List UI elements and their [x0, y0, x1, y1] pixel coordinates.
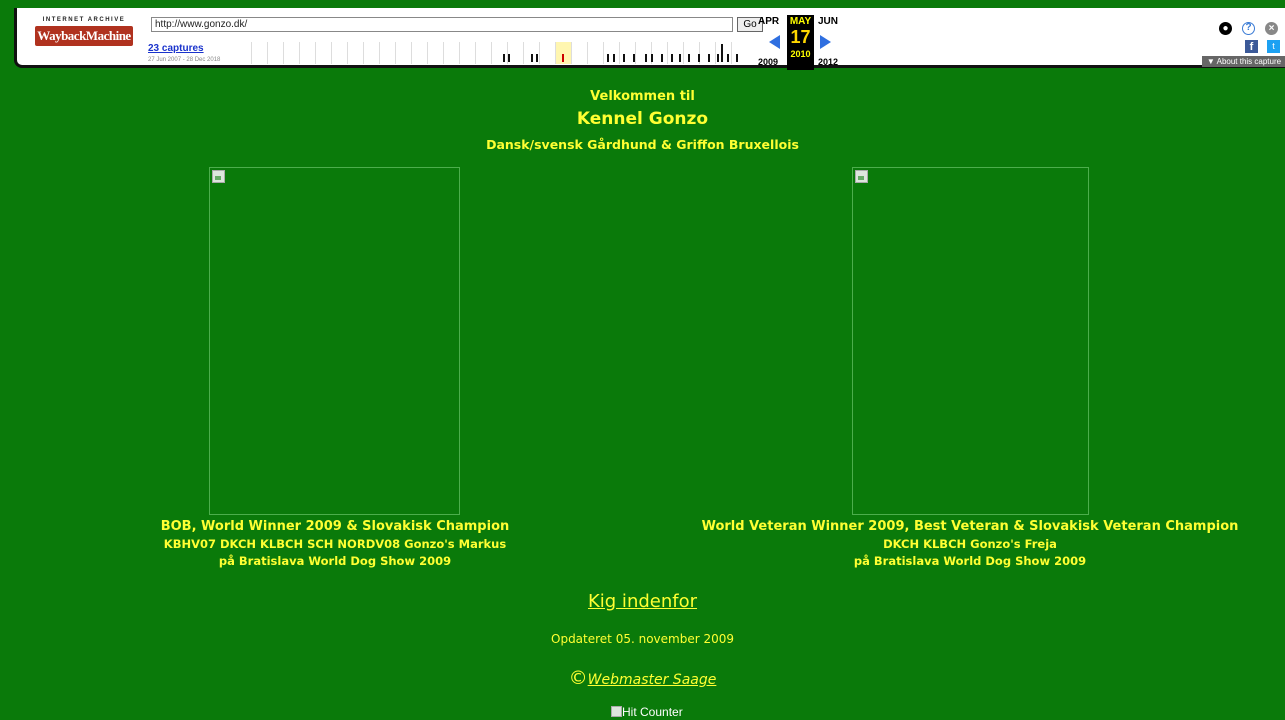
timeline-cell[interactable]	[331, 42, 347, 64]
timeline-cell[interactable]	[363, 42, 379, 64]
timeline-cell[interactable]	[299, 42, 315, 64]
timeline-cell[interactable]	[587, 42, 603, 64]
timeline-cell[interactable]	[411, 42, 427, 64]
capture-range: 27 Jun 2007 - 28 Dec 2018	[148, 57, 221, 63]
left-caption: BOB, World Winner 2009 & Slovakisk Champ…	[100, 518, 570, 570]
left-caption-line3: på Bratislava World Dog Show 2009	[218, 554, 452, 568]
dog-photo-right	[852, 167, 1089, 515]
timeline-capture-tick[interactable]	[721, 44, 723, 62]
logo-main-text: WaybackMachine	[35, 26, 133, 46]
timeline-cell[interactable]	[395, 42, 411, 64]
logo-top-text: INTERNET ARCHIVE	[42, 17, 126, 23]
facebook-icon[interactable]: f	[1245, 40, 1258, 53]
timeline-capture-tick[interactable]	[645, 54, 647, 62]
next-year-link[interactable]: 2012	[818, 57, 838, 67]
timeline-cell[interactable]	[427, 42, 443, 64]
timeline-capture-tick[interactable]	[727, 54, 729, 62]
timeline-cell[interactable]	[379, 42, 395, 64]
prev-capture-arrow-icon[interactable]	[769, 35, 780, 49]
broken-image-icon	[212, 170, 225, 183]
captures-link[interactable]: 23 captures	[148, 43, 204, 54]
timeline-capture-tick[interactable]	[651, 54, 653, 62]
timeline-cell[interactable]	[539, 42, 555, 64]
broken-image-icon	[611, 706, 622, 717]
prev-year-link[interactable]: 2009	[758, 57, 778, 67]
left-caption-line2: KBHV07 DKCH KLBCH SCH NORDV08 Gonzo's Ma…	[163, 537, 507, 551]
timeline-capture-tick[interactable]	[613, 54, 615, 62]
twitter-icon[interactable]: t	[1267, 40, 1280, 53]
webmaster-line: ©Webmaster Saage	[0, 667, 1285, 689]
timeline-capture-tick[interactable]	[623, 54, 625, 62]
right-caption-line2: DKCH KLBCH Gonzo's Freja	[883, 537, 1057, 551]
dog-photo-left	[209, 167, 460, 515]
timeline-capture-tick[interactable]	[698, 54, 700, 62]
timeline-capture-tick[interactable]	[503, 54, 505, 62]
timeline-cell[interactable]	[699, 42, 715, 64]
copyright-symbol: ©	[568, 667, 588, 689]
timeline-cell[interactable]	[683, 42, 699, 64]
timeline-cell[interactable]	[603, 42, 619, 64]
hit-counter[interactable]: Hit Counter	[611, 705, 683, 719]
wayback-toolbar: INTERNET ARCHIVE WaybackMachine http://w…	[14, 8, 1285, 70]
current-capture-box: MAY 17 2010	[787, 15, 814, 70]
timeline-cell[interactable]	[635, 42, 651, 64]
capture-timeline[interactable]	[251, 42, 751, 64]
webmaster-link[interactable]: Webmaster Saage	[588, 672, 717, 688]
welcome-text: Velkommen til	[590, 89, 695, 104]
prev-month-link[interactable]: APR	[758, 16, 779, 27]
current-month: MAY	[789, 16, 812, 27]
user-icon[interactable]: ●	[1219, 22, 1232, 35]
timeline-capture-tick[interactable]	[531, 54, 533, 62]
enter-link[interactable]: Kig indenfor	[0, 591, 1285, 612]
timeline-capture-tick[interactable]	[607, 54, 609, 62]
timeline-capture-tick[interactable]	[708, 54, 710, 62]
timeline-capture-tick[interactable]	[562, 54, 564, 62]
timeline-cell[interactable]	[315, 42, 331, 64]
timeline-cell[interactable]	[475, 42, 491, 64]
timeline-capture-tick[interactable]	[736, 54, 738, 62]
timeline-capture-tick[interactable]	[688, 54, 690, 62]
next-capture-arrow-icon[interactable]	[820, 35, 831, 49]
timeline-cell[interactable]	[267, 42, 283, 64]
kennel-title: Kennel Gonzo	[576, 109, 709, 129]
timeline-capture-tick[interactable]	[661, 54, 663, 62]
close-icon[interactable]: ×	[1265, 22, 1278, 35]
updated-text: Opdateret 05. november 2009	[551, 632, 734, 646]
left-caption-line1: BOB, World Winner 2009 & Slovakisk Champ…	[160, 519, 510, 534]
right-caption-line1: World Veteran Winner 2009, Best Veteran …	[701, 519, 1239, 534]
help-icon[interactable]: ?	[1242, 22, 1255, 35]
right-caption-line3: på Bratislava World Dog Show 2009	[853, 554, 1087, 568]
right-caption: World Veteran Winner 2009, Best Veteran …	[660, 518, 1280, 570]
timeline-cell[interactable]	[459, 42, 475, 64]
timeline-capture-tick[interactable]	[671, 54, 673, 62]
timeline-cell[interactable]	[347, 42, 363, 64]
current-day: 17	[790, 27, 811, 47]
hit-counter-alt: Hit Counter	[622, 705, 683, 719]
about-capture-button[interactable]: ▼ About this capture	[1202, 56, 1285, 67]
timeline-cell[interactable]	[283, 42, 299, 64]
timeline-cell[interactable]	[571, 42, 587, 64]
timeline-cell[interactable]	[651, 42, 667, 64]
timeline-capture-tick[interactable]	[679, 54, 681, 62]
url-input[interactable]: http://www.gonzo.dk/	[151, 17, 733, 32]
timeline-capture-tick[interactable]	[633, 54, 635, 62]
timeline-cell[interactable]	[731, 42, 747, 64]
next-month-link[interactable]: JUN	[818, 16, 838, 27]
timeline-capture-tick[interactable]	[508, 54, 510, 62]
current-year: 2010	[790, 49, 811, 59]
timeline-capture-tick[interactable]	[536, 54, 538, 62]
broken-image-icon	[855, 170, 868, 183]
timeline-capture-tick[interactable]	[717, 54, 719, 62]
breeds-subtitle: Dansk/svensk Gårdhund & Griffon Bruxello…	[486, 137, 799, 152]
wayback-logo[interactable]: INTERNET ARCHIVE WaybackMachine	[35, 17, 133, 57]
timeline-cell[interactable]	[443, 42, 459, 64]
timeline-cell[interactable]	[251, 42, 267, 64]
